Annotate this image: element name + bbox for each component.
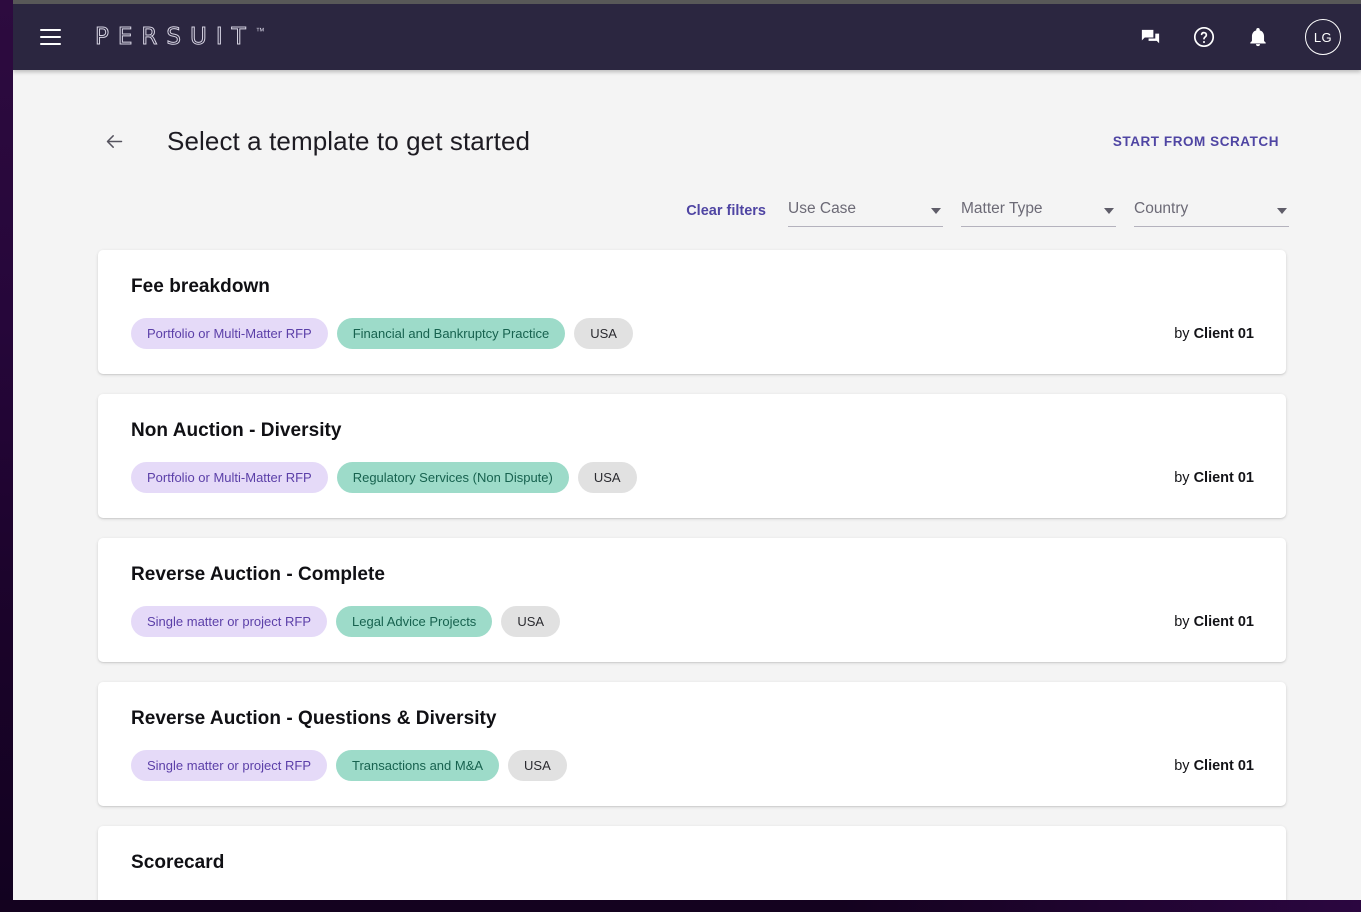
template-byline: by Client 01 — [1174, 326, 1254, 342]
template-card[interactable]: Scorecard — [98, 826, 1286, 902]
byline-author: Client 01 — [1193, 757, 1254, 774]
template-title: Non Auction - Diversity — [131, 420, 342, 441]
page-title: Select a template to get started — [167, 125, 531, 156]
template-title: Reverse Auction - Complete — [131, 564, 385, 585]
byline-author: Client 01 — [1193, 469, 1254, 486]
messages-icon[interactable] — [1135, 22, 1165, 52]
bottom-band-accent — [841, 900, 1361, 912]
chip-use-case: Portfolio or Multi-Matter RFP — [131, 462, 328, 493]
byline-author: Client 01 — [1193, 613, 1254, 630]
matter-type-select-label: Matter Type — [961, 200, 1043, 217]
chip-matter-type: Legal Advice Projects — [336, 606, 493, 637]
template-card-footer: Portfolio or Multi-Matter RFP Financial … — [131, 318, 1254, 349]
app-shell: PERSUIT ™ LG Select a template to get st… — [13, 4, 1361, 902]
template-chips: Single matter or project RFP Legal Advic… — [131, 606, 561, 637]
template-byline: by Client 01 — [1174, 470, 1254, 486]
page-body: Select a template to get started START F… — [13, 70, 1361, 902]
template-chips: Portfolio or Multi-Matter RFP Regulatory… — [131, 462, 637, 493]
template-card[interactable]: Reverse Auction - Questions & Diversity … — [98, 682, 1286, 806]
filter-bar: Clear filters Use Case Matter Type Count… — [13, 200, 1361, 227]
arrow-left-icon[interactable] — [97, 124, 131, 158]
chip-country: USA — [574, 318, 633, 349]
chip-matter-type: Financial and Bankruptcy Practice — [336, 318, 566, 349]
template-chips: Single matter or project RFP Transaction… — [131, 750, 567, 781]
use-case-select-label: Use Case — [788, 200, 857, 217]
chip-country: USA — [508, 750, 567, 781]
country-select-label: Country — [1134, 200, 1189, 217]
user-avatar[interactable]: LG — [1305, 19, 1341, 55]
matter-type-select[interactable]: Matter Type — [961, 200, 1116, 227]
template-title: Fee breakdown — [131, 276, 270, 297]
chip-use-case: Single matter or project RFP — [131, 606, 328, 637]
template-title: Reverse Auction - Questions & Diversity — [131, 708, 497, 729]
start-from-scratch-button[interactable]: START FROM SCRATCH — [1109, 128, 1283, 155]
chip-matter-type: Regulatory Services (Non Dispute) — [336, 462, 569, 493]
template-card-list: Fee breakdown Portfolio or Multi-Matter … — [13, 250, 1361, 902]
template-card[interactable]: Non Auction - Diversity Portfolio or Mul… — [98, 394, 1286, 518]
template-card-footer: Single matter or project RFP Transaction… — [131, 750, 1254, 781]
country-select[interactable]: Country — [1134, 200, 1289, 227]
template-byline: by Client 01 — [1174, 614, 1254, 630]
chevron-down-icon — [931, 208, 941, 214]
chip-use-case: Single matter or project RFP — [131, 750, 328, 781]
template-card[interactable]: Reverse Auction - Complete Single matter… — [98, 538, 1286, 662]
chip-matter-type: Transactions and M&A — [336, 750, 500, 781]
clear-filters-button[interactable]: Clear filters — [686, 203, 766, 227]
avatar-initials: LG — [1313, 29, 1333, 45]
chip-country: USA — [501, 606, 561, 637]
collapsed-sidebar-rail[interactable] — [0, 0, 13, 912]
bell-icon[interactable] — [1243, 22, 1273, 52]
template-chips: Portfolio or Multi-Matter RFP Financial … — [131, 318, 633, 349]
page-header: Select a template to get started START F… — [13, 70, 1361, 158]
byline-prefix: by — [1174, 613, 1194, 630]
chip-country: USA — [577, 462, 637, 493]
template-card[interactable]: Fee breakdown Portfolio or Multi-Matter … — [98, 250, 1286, 374]
chevron-down-icon — [1104, 208, 1114, 214]
template-title: Scorecard — [131, 852, 225, 873]
chip-use-case: Portfolio or Multi-Matter RFP — [131, 318, 328, 349]
appbar-actions: LG — [1135, 19, 1341, 55]
template-card-footer: Portfolio or Multi-Matter RFP Regulatory… — [131, 462, 1254, 493]
use-case-select[interactable]: Use Case — [788, 200, 943, 227]
brand-wordmark: PERSUIT — [95, 24, 255, 51]
template-card-footer: Single matter or project RFP Legal Advic… — [131, 606, 1254, 637]
chevron-down-icon — [1277, 208, 1287, 214]
byline-prefix: by — [1174, 325, 1194, 342]
help-circle-icon[interactable] — [1189, 22, 1219, 52]
app-header-bar: PERSUIT ™ LG — [13, 4, 1361, 70]
template-byline: by Client 01 — [1174, 758, 1254, 774]
byline-prefix: by — [1174, 757, 1194, 774]
hamburger-menu-icon[interactable] — [33, 20, 67, 54]
trademark-symbol: ™ — [255, 26, 265, 36]
byline-prefix: by — [1174, 469, 1194, 486]
page-bottom-band — [0, 900, 1361, 912]
byline-author: Client 01 — [1193, 325, 1254, 342]
persuit-logo[interactable]: PERSUIT ™ — [95, 24, 265, 51]
